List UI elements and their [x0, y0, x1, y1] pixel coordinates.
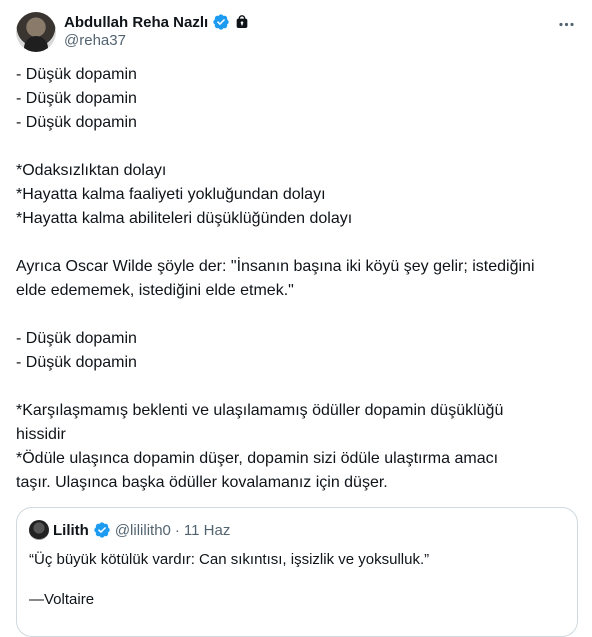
tweet-line: [16, 135, 576, 159]
quoted-tweet-header: Lilith @lililith0 · 11 Haz: [29, 520, 230, 540]
verified-badge-icon: [213, 14, 229, 30]
tweet-line: [16, 231, 576, 255]
quoted-display-name: Lilith: [53, 521, 89, 539]
author-name-row: Abdullah Reha Nazlı: [64, 12, 250, 32]
tweet-line: *Karşılaşmamış beklenti ve ulaşılamamış …: [16, 402, 504, 419]
tweet-line: - Düşük dopamin: [16, 66, 137, 83]
quoted-tweet[interactable]: Lilith @lililith0 · 11 Haz “Üç büyük köt…: [16, 507, 578, 637]
quoted-date: 11 Haz: [183, 521, 231, 539]
tweet-line: Ayrıca Oscar Wilde şöyle der: "İnsanın b…: [16, 258, 535, 275]
tweet-header: Abdullah Reha Nazlı @reha37: [16, 12, 578, 52]
quoted-line: —Voltaire: [29, 591, 95, 608]
quoted-line: “Üç büyük kötülük vardır: Can sıkıntısı,…: [29, 551, 430, 568]
tweet-line: [16, 375, 576, 399]
tweet-line: *Hayatta kalma faaliyeti yokluğundan dol…: [16, 186, 326, 203]
tweet-line: *Hayatta kalma abiliteleri düşüklüğünden…: [16, 210, 353, 227]
tweet-line: - Düşük dopamin: [16, 90, 137, 107]
tweet-line: taşır. Ulaşınca başka ödüller kovalamanı…: [16, 474, 388, 491]
tweet-line: elde edememek, istediğini elde etmek.": [16, 282, 294, 299]
quoted-handle: @lililith0: [114, 521, 171, 539]
quoted-text: “Üç büyük kötülük vardır: Can sıkıntısı,…: [29, 550, 564, 610]
more-horizontal-icon[interactable]: [554, 12, 578, 36]
author-handle[interactable]: @reha37: [64, 32, 126, 49]
tweet-line: - Düşük dopamin: [16, 330, 137, 347]
quoted-avatar: [29, 520, 49, 540]
tweet-line: *Odaksızlıktan dolayı: [16, 162, 167, 179]
tweet-text: - Düşük dopamin - Düşük dopamin - Düşük …: [16, 63, 576, 495]
quoted-line: [29, 570, 564, 590]
avatar[interactable]: [16, 12, 56, 52]
verified-badge-icon: [94, 522, 110, 538]
separator-dot: ·: [174, 521, 180, 539]
tweet-line: [16, 303, 576, 327]
tweet-line: - Düşük dopamin: [16, 354, 137, 371]
author-display-name[interactable]: Abdullah Reha Nazlı: [64, 14, 208, 31]
tweet-line: *Ödüle ulaşınca dopamin düşer, dopamin s…: [16, 450, 499, 467]
lock-icon: [236, 15, 248, 28]
tweet-line: hissidir: [16, 426, 66, 443]
tweet-line: - Düşük dopamin: [16, 114, 137, 131]
